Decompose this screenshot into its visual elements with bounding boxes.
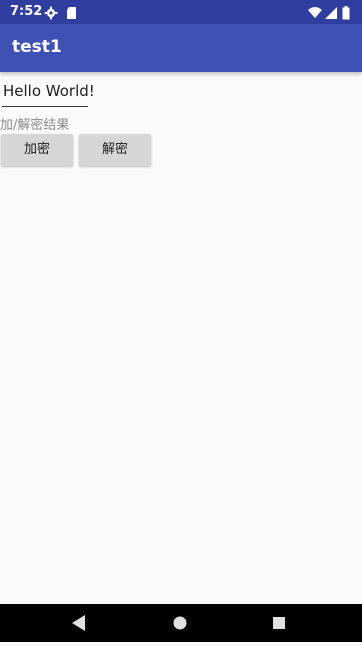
- sd-card-icon: [65, 5, 79, 19]
- decrypt-button[interactable]: 解密: [79, 134, 151, 166]
- text-input[interactable]: Hello World!: [2, 80, 95, 107]
- result-label: 加/解密结果: [0, 118, 70, 133]
- status-bar: 7:52: [0, 0, 362, 24]
- battery-icon: [342, 5, 350, 20]
- text-input-value: Hello World!: [3, 82, 95, 100]
- recents-icon[interactable]: [259, 604, 299, 642]
- home-icon[interactable]: [160, 604, 200, 642]
- signal-icon: [324, 5, 338, 19]
- app-title: test1: [12, 37, 62, 57]
- status-time: 7:52: [10, 4, 43, 19]
- wifi-icon: [308, 5, 322, 19]
- encrypt-button[interactable]: 加密: [1, 134, 73, 166]
- navigation-bar: [0, 604, 362, 642]
- settings-icon: [44, 5, 58, 20]
- back-icon[interactable]: [58, 604, 98, 642]
- app-bar: test1: [0, 24, 362, 72]
